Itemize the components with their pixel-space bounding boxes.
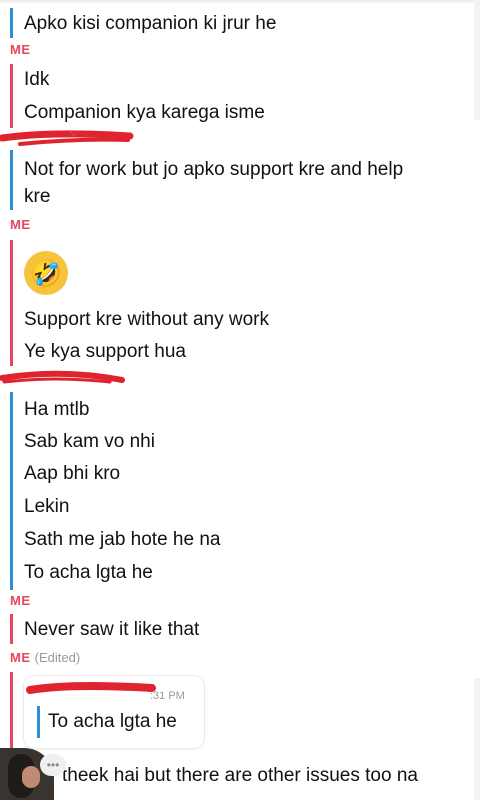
- friend-message[interactable]: kre: [24, 185, 50, 209]
- redaction-scribble: ♡: [0, 128, 134, 146]
- right-edge-shadow-bottom: [474, 678, 480, 800]
- friend-message[interactable]: Apko kisi companion ki jrur he: [24, 12, 276, 36]
- friend-message-bar: [10, 8, 13, 38]
- laughing-emoji-icon[interactable]: 🤣: [24, 251, 68, 295]
- me-message[interactable]: Support kre without any work: [24, 308, 269, 332]
- typing-bubble-icon: •••: [40, 754, 66, 776]
- me-message[interactable]: theek hai but there are other issues too…: [62, 764, 418, 788]
- me-message[interactable]: Ye kya support hua: [24, 340, 186, 364]
- me-message[interactable]: Never saw it like that: [24, 618, 199, 642]
- me-message[interactable]: Companion kya karega isme: [24, 101, 265, 125]
- me-message-bar: [10, 240, 13, 366]
- me-message-bar: [10, 614, 13, 644]
- sender-label-me: ME (Edited): [10, 650, 80, 665]
- friend-message[interactable]: Ha mtlb: [24, 398, 89, 422]
- sender-label-me: ME: [10, 217, 31, 232]
- quoted-message-text: To acha lgta he: [48, 711, 177, 732]
- edited-tag: (Edited): [34, 650, 81, 665]
- friend-message[interactable]: Not for work but jo apko support kre and…: [24, 158, 403, 182]
- top-edge: [0, 0, 480, 4]
- redaction-scribble: [26, 682, 156, 694]
- redaction-scribble: [0, 370, 125, 384]
- friend-message[interactable]: Sath me jab hote he na: [24, 528, 220, 552]
- me-message-bar: [10, 64, 13, 128]
- me-message[interactable]: Idk: [24, 68, 49, 92]
- friend-message-bar: [10, 150, 13, 210]
- sender-name: ME: [10, 650, 31, 665]
- heart-icon: ♡: [70, 128, 78, 138]
- friend-message[interactable]: Lekin: [24, 495, 69, 519]
- sender-label-me: ME: [10, 593, 31, 608]
- avatar-face: [22, 766, 40, 788]
- friend-message[interactable]: To acha lgta he: [24, 561, 153, 585]
- friend-message[interactable]: Sab kam vo nhi: [24, 430, 155, 454]
- friend-message-bar: [10, 392, 13, 590]
- quoted-message-bar: [37, 706, 40, 738]
- quoted-timestamp: :31 PM: [150, 690, 185, 702]
- friend-message[interactable]: Aap bhi kro: [24, 462, 120, 486]
- right-edge-shadow: [474, 0, 480, 120]
- sender-label-me: ME: [10, 42, 31, 57]
